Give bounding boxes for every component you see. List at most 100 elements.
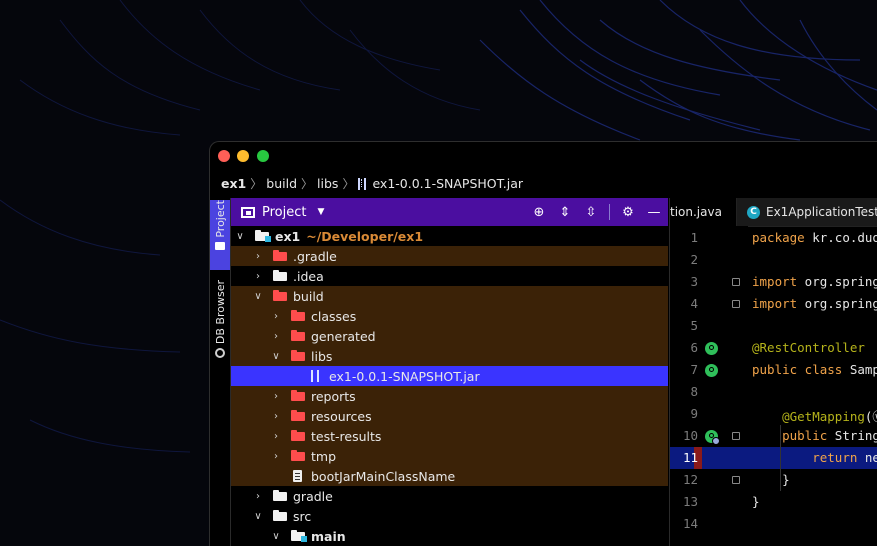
chevron-right-icon[interactable]: › xyxy=(253,491,263,502)
tree-item[interactable]: › .gradle xyxy=(231,246,668,266)
side-tab-label: DB Browser xyxy=(213,280,227,345)
tree-item[interactable]: › gradle xyxy=(231,486,668,506)
line-number: 2 xyxy=(690,252,698,267)
breadcrumb-item[interactable]: libs xyxy=(317,176,338,191)
tree-item-label: generated xyxy=(311,329,376,344)
line-number: 11 xyxy=(682,450,698,465)
chevron-right-icon[interactable]: › xyxy=(271,391,281,402)
jar-file-icon xyxy=(311,370,319,382)
chevron-right-icon[interactable]: › xyxy=(253,251,263,262)
fold-marker-icon[interactable] xyxy=(732,432,740,440)
zoom-window-button[interactable] xyxy=(257,150,269,162)
folder-icon xyxy=(273,490,287,501)
code-area[interactable]: package kr.co.duol import org.springf impo… xyxy=(748,226,877,546)
project-tree: ∨ ex1 ~/Developer/ex1 › .gradle › .idea ∨ build ›… xyxy=(231,226,668,546)
class-icon: C xyxy=(747,205,760,219)
jar-file-icon xyxy=(358,178,367,190)
breadcrumb-item[interactable]: ex1-0.0.1-SNAPSHOT.jar xyxy=(372,176,523,191)
chevron-right-icon[interactable]: › xyxy=(271,331,281,342)
tree-item[interactable]: › generated xyxy=(231,326,668,346)
tree-item[interactable]: ∨ src xyxy=(231,506,668,526)
tree-item[interactable]: › resources xyxy=(231,406,668,426)
line-number: 8 xyxy=(690,384,698,399)
tree-item[interactable]: ex1-0.0.1-SNAPSHOT.jar xyxy=(231,366,668,386)
indent-guide xyxy=(780,425,781,491)
chevron-right-icon: 〉 xyxy=(250,176,263,191)
folder-icon xyxy=(273,270,287,281)
breadcrumb-item[interactable]: ex1 xyxy=(221,176,246,191)
line-number: 14 xyxy=(682,516,698,531)
tree-item-name: classes xyxy=(311,308,357,324)
code-line: } xyxy=(752,472,790,487)
tree-item-name: main xyxy=(311,528,346,544)
line-number: 7 xyxy=(690,362,698,377)
ide-window: ex1 〉 build 〉 libs 〉 ex1-0.0.1-SNAPSHOT.… xyxy=(209,141,877,546)
tree-item-name: .gradle xyxy=(293,248,337,264)
folder-icon xyxy=(291,330,305,341)
code-line: import org.springf xyxy=(752,296,877,311)
tree-item-name: libs xyxy=(311,348,333,364)
editor-tab[interactable]: C Ex1ApplicationTests.ja xyxy=(736,198,877,226)
tree-item[interactable]: ∨ ex1 ~/Developer/ex1 xyxy=(231,226,668,246)
tree-item[interactable]: bootJarMainClassName xyxy=(231,466,668,486)
title-bar xyxy=(210,142,877,170)
project-view-title[interactable]: Project xyxy=(262,205,306,220)
editor-tab-label: Ex1ApplicationTests.ja xyxy=(766,205,877,219)
chevron-right-icon: 〉 xyxy=(301,176,314,191)
side-tab-project[interactable]: Project xyxy=(210,200,230,270)
tree-item[interactable]: › test-results xyxy=(231,426,668,446)
chevron-right-icon[interactable]: › xyxy=(271,411,281,422)
fold-marker-icon[interactable] xyxy=(732,300,740,308)
target-icon[interactable]: ⊕ xyxy=(531,204,547,220)
chevron-down-icon[interactable]: ∨ xyxy=(235,231,245,242)
tree-item[interactable]: › classes xyxy=(231,306,668,326)
tree-item-name: reports xyxy=(311,388,356,404)
tree-item-label: reports xyxy=(311,389,356,404)
close-window-button[interactable] xyxy=(218,150,230,162)
folder-icon xyxy=(291,430,305,441)
minimize-window-button[interactable] xyxy=(237,150,249,162)
side-tab-db-browser[interactable]: DB Browser xyxy=(210,280,230,366)
folder-icon xyxy=(273,510,287,521)
gear-icon[interactable]: ⚙ xyxy=(620,204,636,220)
expand-all-icon[interactable]: ⇕ xyxy=(557,204,573,220)
editor-tab[interactable]: tion.java xyxy=(670,198,722,226)
line-number: 4 xyxy=(690,296,698,311)
tree-item-name: tmp xyxy=(311,448,337,464)
tree-item-label: bootJarMainClassName xyxy=(311,469,455,484)
tree-item-label: libs xyxy=(311,349,332,364)
chevron-down-icon[interactable]: ∨ xyxy=(271,531,281,542)
chevron-right-icon: 〉 xyxy=(342,176,355,191)
breadcrumb-item[interactable]: build xyxy=(266,176,297,191)
spring-web-icon[interactable] xyxy=(705,430,720,445)
fold-marker-icon[interactable] xyxy=(732,476,740,484)
minimize-icon[interactable]: — xyxy=(646,204,662,220)
tree-item[interactable]: › reports xyxy=(231,386,668,406)
breadcrumb: ex1 〉 build 〉 libs 〉 ex1-0.0.1-SNAPSHOT.… xyxy=(221,174,523,192)
tree-item[interactable]: ∨ libs xyxy=(231,346,668,366)
chevron-down-icon[interactable]: ∨ xyxy=(253,511,263,522)
code-line: public class SampT xyxy=(752,362,877,377)
line-number: 5 xyxy=(690,318,698,333)
chevron-down-icon[interactable]: ∨ xyxy=(271,351,281,362)
code-line: public String[ xyxy=(782,428,877,443)
chevron-down-icon[interactable]: ▼ xyxy=(317,207,324,217)
chevron-right-icon[interactable]: › xyxy=(271,431,281,442)
code-line: return new xyxy=(812,450,877,465)
tree-item[interactable]: ∨ main xyxy=(231,526,668,546)
line-number: 6 xyxy=(690,340,698,355)
tree-item-label: ex1-0.0.1-SNAPSHOT.jar xyxy=(329,369,480,384)
line-number: 13 xyxy=(682,494,698,509)
chevron-right-icon[interactable]: › xyxy=(271,311,281,322)
chevron-right-icon[interactable]: › xyxy=(271,451,281,462)
chevron-right-icon[interactable]: › xyxy=(253,271,263,282)
spring-bean-icon[interactable] xyxy=(705,342,718,355)
spring-bean-icon[interactable] xyxy=(705,364,718,377)
db-browser-icon xyxy=(215,348,225,359)
chevron-down-icon[interactable]: ∨ xyxy=(253,291,263,302)
fold-marker-icon[interactable] xyxy=(732,278,740,286)
tree-item[interactable]: › tmp xyxy=(231,446,668,466)
tree-item[interactable]: › .idea xyxy=(231,266,668,286)
tree-item[interactable]: ∨ build xyxy=(231,286,668,306)
collapse-all-icon[interactable]: ⇳ xyxy=(583,204,599,220)
